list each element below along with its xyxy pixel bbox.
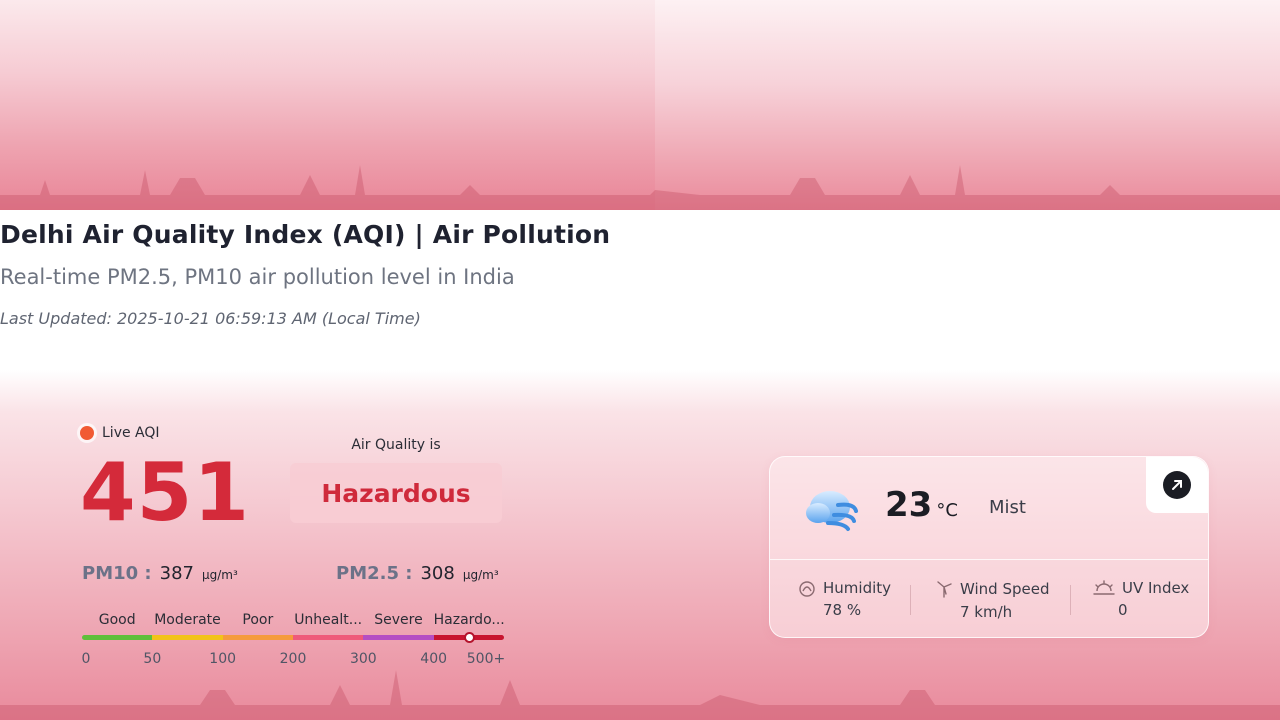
aqi-scale-segment xyxy=(152,635,223,640)
pm25-reading: PM2.5 : 308 µg/m³ xyxy=(336,563,499,584)
wind-speed-value: 7 km/h xyxy=(960,603,1013,621)
aqi-scale-tick: 100 xyxy=(209,651,237,667)
aqi-scale-category: Poor xyxy=(242,612,274,628)
air-quality-status-badge: Hazardous xyxy=(290,463,502,523)
weather-condition: Mist xyxy=(989,497,1026,518)
live-aqi-indicator: Live AQI xyxy=(80,425,160,441)
aqi-scale-tick: 300 xyxy=(349,651,377,667)
aqi-scale-tick: 500+ xyxy=(466,651,506,667)
aqi-scale-tick: 400 xyxy=(420,651,448,667)
humidity-icon xyxy=(799,581,815,597)
air-quality-status: Hazardous xyxy=(321,478,471,508)
weather-card[interactable]: 23 °C Mist Humidity 78 % Wind Speed 7 km… xyxy=(769,456,1209,638)
temperature-unit: °C xyxy=(936,500,958,521)
humidity-label: Humidity xyxy=(823,579,892,597)
aqi-scale-tick: 0 xyxy=(81,651,91,667)
uv-icon xyxy=(1093,580,1115,595)
stat-separator xyxy=(1070,585,1071,615)
temperature: 23 °C xyxy=(885,485,958,525)
aqi-scale-segment xyxy=(363,635,434,640)
live-dot-icon xyxy=(80,426,94,440)
humidity-stat: Humidity 78 % xyxy=(797,579,891,619)
arrow-up-right-icon xyxy=(1163,471,1191,499)
card-divider xyxy=(770,559,1208,560)
aqi-scale-ticks: 0 50 100 200 300 400 500+ xyxy=(81,651,506,669)
pm10-label: PM10 : xyxy=(82,563,152,584)
aqi-scale-segment xyxy=(222,635,293,640)
open-weather-button[interactable] xyxy=(1146,457,1208,513)
aqi-scale-tick: 200 xyxy=(279,651,307,667)
city-banner xyxy=(0,0,1280,210)
uv-index-value: 0 xyxy=(1118,601,1128,619)
aqi-scale-category: Severe xyxy=(374,612,423,628)
aqi-scale-tick: 50 xyxy=(143,651,162,667)
aqi-scale-category: Good xyxy=(98,612,136,628)
pm10-unit: µg/m³ xyxy=(201,568,238,582)
pm25-label: PM2.5 : xyxy=(336,563,413,584)
pm25-unit: µg/m³ xyxy=(462,568,499,582)
aqi-scale-category: Moderate xyxy=(154,612,221,628)
aqi-scale-labels: Good Moderate Poor Unhealt... Severe Hazardo.… xyxy=(82,612,504,628)
air-quality-caption: Air Quality is xyxy=(351,437,441,453)
live-aqi-label: Live AQI xyxy=(102,425,160,441)
stat-separator xyxy=(910,585,911,615)
page-root: Delhi Air Quality Index (AQI) | Air Poll… xyxy=(0,0,1280,720)
aqi-scale-bar xyxy=(82,635,504,640)
uv-index-label: UV Index xyxy=(1122,579,1190,597)
cloud-wind-icon xyxy=(806,491,858,531)
wind-speed-label: Wind Speed xyxy=(960,580,1050,598)
humidity-value: 78 % xyxy=(823,601,862,619)
wind-icon xyxy=(937,581,952,598)
page-subtitle: Real-time PM2.5, PM10 air pollution leve… xyxy=(0,265,515,289)
aqi-scale-category: Unhealt... xyxy=(294,612,363,628)
aqi-scale-category: Hazardo... xyxy=(433,612,504,628)
last-updated-timestamp: Last Updated: 2025-10-21 06:59:13 AM (Lo… xyxy=(0,309,421,328)
aqi-scale-segment xyxy=(292,635,364,640)
pm25-value: 308 xyxy=(420,563,455,584)
pm10-reading: PM10 : 387 µg/m³ xyxy=(82,563,238,584)
aqi-scale-marker xyxy=(464,632,476,643)
aqi-value: 451 xyxy=(80,446,250,539)
aqi-scale-segment xyxy=(82,635,153,640)
uv-index-stat: UV Index 0 xyxy=(1092,579,1189,619)
wind-speed-stat: Wind Speed 7 km/h xyxy=(934,579,1050,621)
skyline-silhouette xyxy=(0,165,1280,210)
page-title: Delhi Air Quality Index (AQI) | Air Poll… xyxy=(0,220,611,249)
temperature-value: 23 xyxy=(885,485,933,525)
pm10-value: 387 xyxy=(159,563,194,584)
